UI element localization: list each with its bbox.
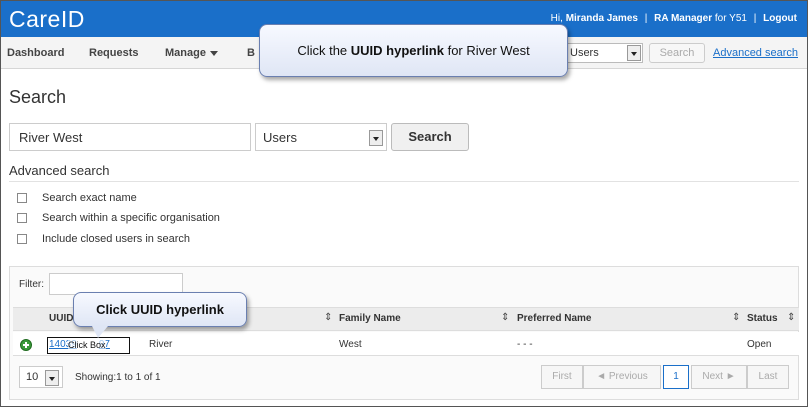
app-window: CareID Hi, Miranda James | RA Manager fo…: [0, 0, 808, 407]
include-closed-checkbox[interactable]: [17, 234, 27, 245]
showing-count: Showing:1 to 1 of 1: [75, 372, 161, 383]
user-role-org: for Y51: [714, 13, 747, 24]
cell-preferred-name: - - -: [517, 339, 533, 350]
cell-family-name: West: [339, 339, 362, 350]
nav-requests[interactable]: Requests: [89, 47, 139, 59]
option-label: Search exact name: [42, 192, 137, 204]
organisation-checkbox[interactable]: [17, 213, 27, 224]
chevron-down-icon: [209, 50, 218, 56]
dropdown-arrow-icon: [45, 370, 59, 386]
nav-advanced-search-link[interactable]: Advanced search: [713, 47, 798, 59]
nav-manage[interactable]: Manage: [165, 47, 218, 59]
nav-manage-label: Manage: [165, 47, 206, 59]
greeting: Hi,: [550, 13, 563, 24]
user-role: RA Manager: [654, 13, 713, 24]
nav-partial-item[interactable]: B: [247, 47, 255, 59]
pager-next[interactable]: Next ►: [691, 365, 747, 389]
nav-search-type-select[interactable]: Users: [565, 43, 643, 63]
divider: [9, 181, 799, 182]
page-title: Search: [9, 87, 67, 107]
option-label: Search within a specific organisation: [42, 212, 220, 224]
filter-label: Filter:: [19, 279, 44, 290]
column-header-status[interactable]: Status: [747, 313, 778, 324]
page-size-select[interactable]: 10: [19, 366, 63, 388]
option-include-closed[interactable]: Include closed users in search: [17, 233, 190, 245]
nav-dashboard[interactable]: Dashboard: [7, 47, 64, 59]
pager-page-1[interactable]: 1: [663, 365, 689, 389]
app-logo[interactable]: CareID: [9, 6, 85, 33]
option-specific-organisation[interactable]: Search within a specific organisation: [17, 212, 220, 224]
pager-previous[interactable]: ◄ Previous: [583, 365, 661, 389]
option-exact-name[interactable]: Search exact name: [17, 192, 137, 204]
instruction-callout: Click the UUID hyperlink for River West: [259, 24, 568, 77]
dropdown-arrow-icon: [369, 130, 383, 146]
table-row: [13, 332, 799, 356]
search-type-value: Users: [263, 130, 297, 145]
chevron-left-icon: ◄: [596, 371, 607, 382]
user-name[interactable]: Miranda James: [566, 13, 638, 24]
chevron-right-icon: ►: [725, 371, 736, 382]
nav-search-type-value: Users: [570, 47, 599, 59]
page-size-value: 10: [26, 371, 39, 383]
cell-status: Open: [747, 339, 772, 350]
advanced-search-title: Advanced search: [9, 163, 110, 178]
expand-row-icon[interactable]: [20, 339, 32, 351]
dropdown-arrow-icon: [627, 45, 641, 61]
search-button[interactable]: Search: [391, 123, 469, 151]
exact-name-checkbox[interactable]: [17, 193, 27, 204]
pager-last[interactable]: Last: [747, 365, 789, 389]
column-header-uuid[interactable]: UUID: [49, 313, 73, 324]
sort-icon[interactable]: ⇕: [732, 312, 740, 323]
logout-link[interactable]: Logout: [763, 13, 797, 24]
cell-given-name: River: [149, 339, 173, 350]
pager-first[interactable]: First: [541, 365, 583, 389]
sort-icon[interactable]: ⇕: [501, 312, 509, 323]
column-header-family-name[interactable]: Family Name: [339, 313, 401, 324]
option-label: Include closed users in search: [42, 233, 190, 245]
user-bar: Hi, Miranda James | RA Manager for Y51 |…: [550, 13, 797, 24]
search-type-select[interactable]: Users: [255, 123, 387, 151]
sort-icon[interactable]: ⇕: [787, 312, 795, 323]
nav-search-button[interactable]: Search: [649, 43, 705, 63]
sort-icon[interactable]: ⇕: [324, 312, 332, 323]
uuid-callout: Click UUID hyperlink: [73, 292, 247, 338]
search-input[interactable]: River West: [9, 123, 251, 151]
click-box-label: Click Box: [68, 340, 106, 350]
column-header-preferred-name[interactable]: Preferred Name: [517, 313, 591, 324]
